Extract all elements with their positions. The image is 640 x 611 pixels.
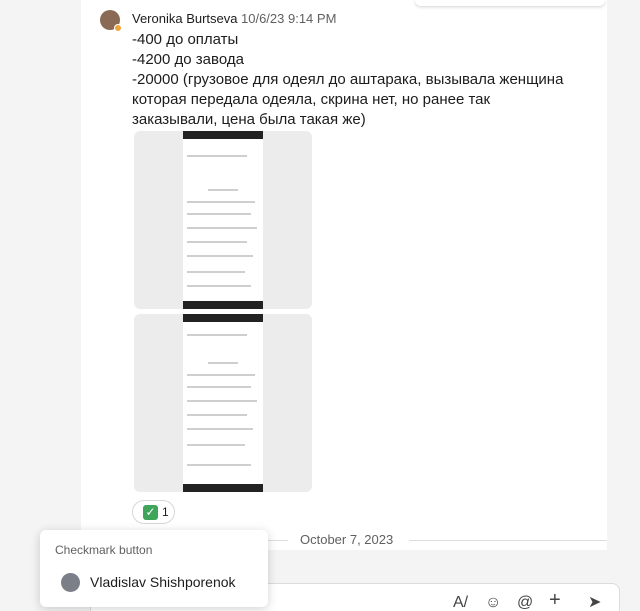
message-timestamp[interactable]: 10/6/23 9:14 PM: [241, 11, 336, 26]
reaction-button[interactable]: ✓ 1: [132, 500, 175, 524]
plus-icon[interactable]: +: [549, 590, 561, 610]
checkmark-icon: ✓: [143, 505, 158, 520]
message-line: -400 до оплаты: [132, 31, 239, 48]
message-line: -20000 (грузовое для одеял до аштарака, …: [132, 71, 564, 128]
reaction-count: 1: [162, 505, 169, 519]
mention-icon[interactable]: @: [517, 594, 533, 611]
screenshot-thumbnail: [183, 314, 263, 492]
left-gutter: [0, 0, 81, 611]
user-avatar: [61, 573, 80, 592]
right-gutter: [607, 0, 640, 611]
divider-line: [268, 540, 288, 541]
date-divider[interactable]: October 7, 2023: [300, 532, 393, 547]
message-text: -400 до оплаты -4200 до завода -20000 (г…: [132, 30, 572, 130]
reacting-user[interactable]: Vladislav Shishporenok: [90, 574, 236, 590]
send-icon[interactable]: ➤: [588, 594, 601, 611]
message-author[interactable]: Veronika Burtseva: [132, 11, 238, 26]
screenshot-thumbnail: [183, 131, 263, 309]
message-line: -4200 до завода: [132, 51, 244, 68]
emoji-icon[interactable]: ☺: [485, 594, 501, 611]
tooltip-title: Checkmark button: [55, 543, 153, 557]
divider-line: [409, 540, 607, 541]
image-attachment[interactable]: [134, 314, 312, 492]
popover-edge: [415, 0, 605, 6]
image-attachment[interactable]: [134, 131, 312, 309]
format-icon[interactable]: A/: [453, 594, 468, 611]
reaction-tooltip: Checkmark button Vladislav Shishporenok: [40, 530, 268, 607]
status-indicator: [114, 24, 122, 32]
